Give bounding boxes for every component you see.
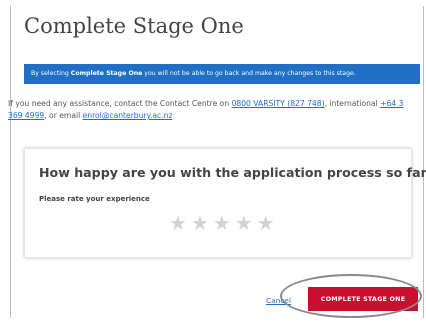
star-icon-5[interactable]: ★	[257, 213, 275, 233]
star-icon-1[interactable]: ★	[169, 213, 187, 233]
notice-emphasis: Complete Stage One	[70, 70, 143, 77]
help-text-1: If you need any assistance, contact the …	[8, 99, 232, 108]
cancel-link[interactable]: Cancel	[266, 296, 291, 305]
feedback-card: How happy are you with the application p…	[24, 148, 426, 258]
help-text-2: , international	[324, 99, 381, 108]
star-icon-2[interactable]: ★	[191, 213, 209, 233]
phone-link[interactable]: 0800 VARSITY (827 748)	[232, 99, 325, 108]
notice-prefix: By selecting	[31, 70, 71, 77]
star-rating: ★ ★ ★ ★ ★	[169, 213, 275, 233]
warning-notice-banner: By selecting Complete Stage One you will…	[24, 64, 420, 84]
feedback-question: How happy are you with the application p…	[39, 165, 426, 180]
notice-suffix: you will not be able to go back and make…	[142, 70, 356, 77]
complete-stage-one-button[interactable]: COMPLETE STAGE ONE	[308, 287, 418, 311]
rate-experience-label: Please rate your experience	[39, 195, 150, 203]
page-title: Complete Stage One	[24, 14, 244, 38]
help-text-3: , or email	[44, 111, 83, 120]
star-icon-3[interactable]: ★	[213, 213, 231, 233]
help-text: If you need any assistance, contact the …	[8, 98, 420, 122]
star-icon-4[interactable]: ★	[235, 213, 253, 233]
email-link[interactable]: enrol@canterbury.ac.nz	[83, 111, 173, 120]
